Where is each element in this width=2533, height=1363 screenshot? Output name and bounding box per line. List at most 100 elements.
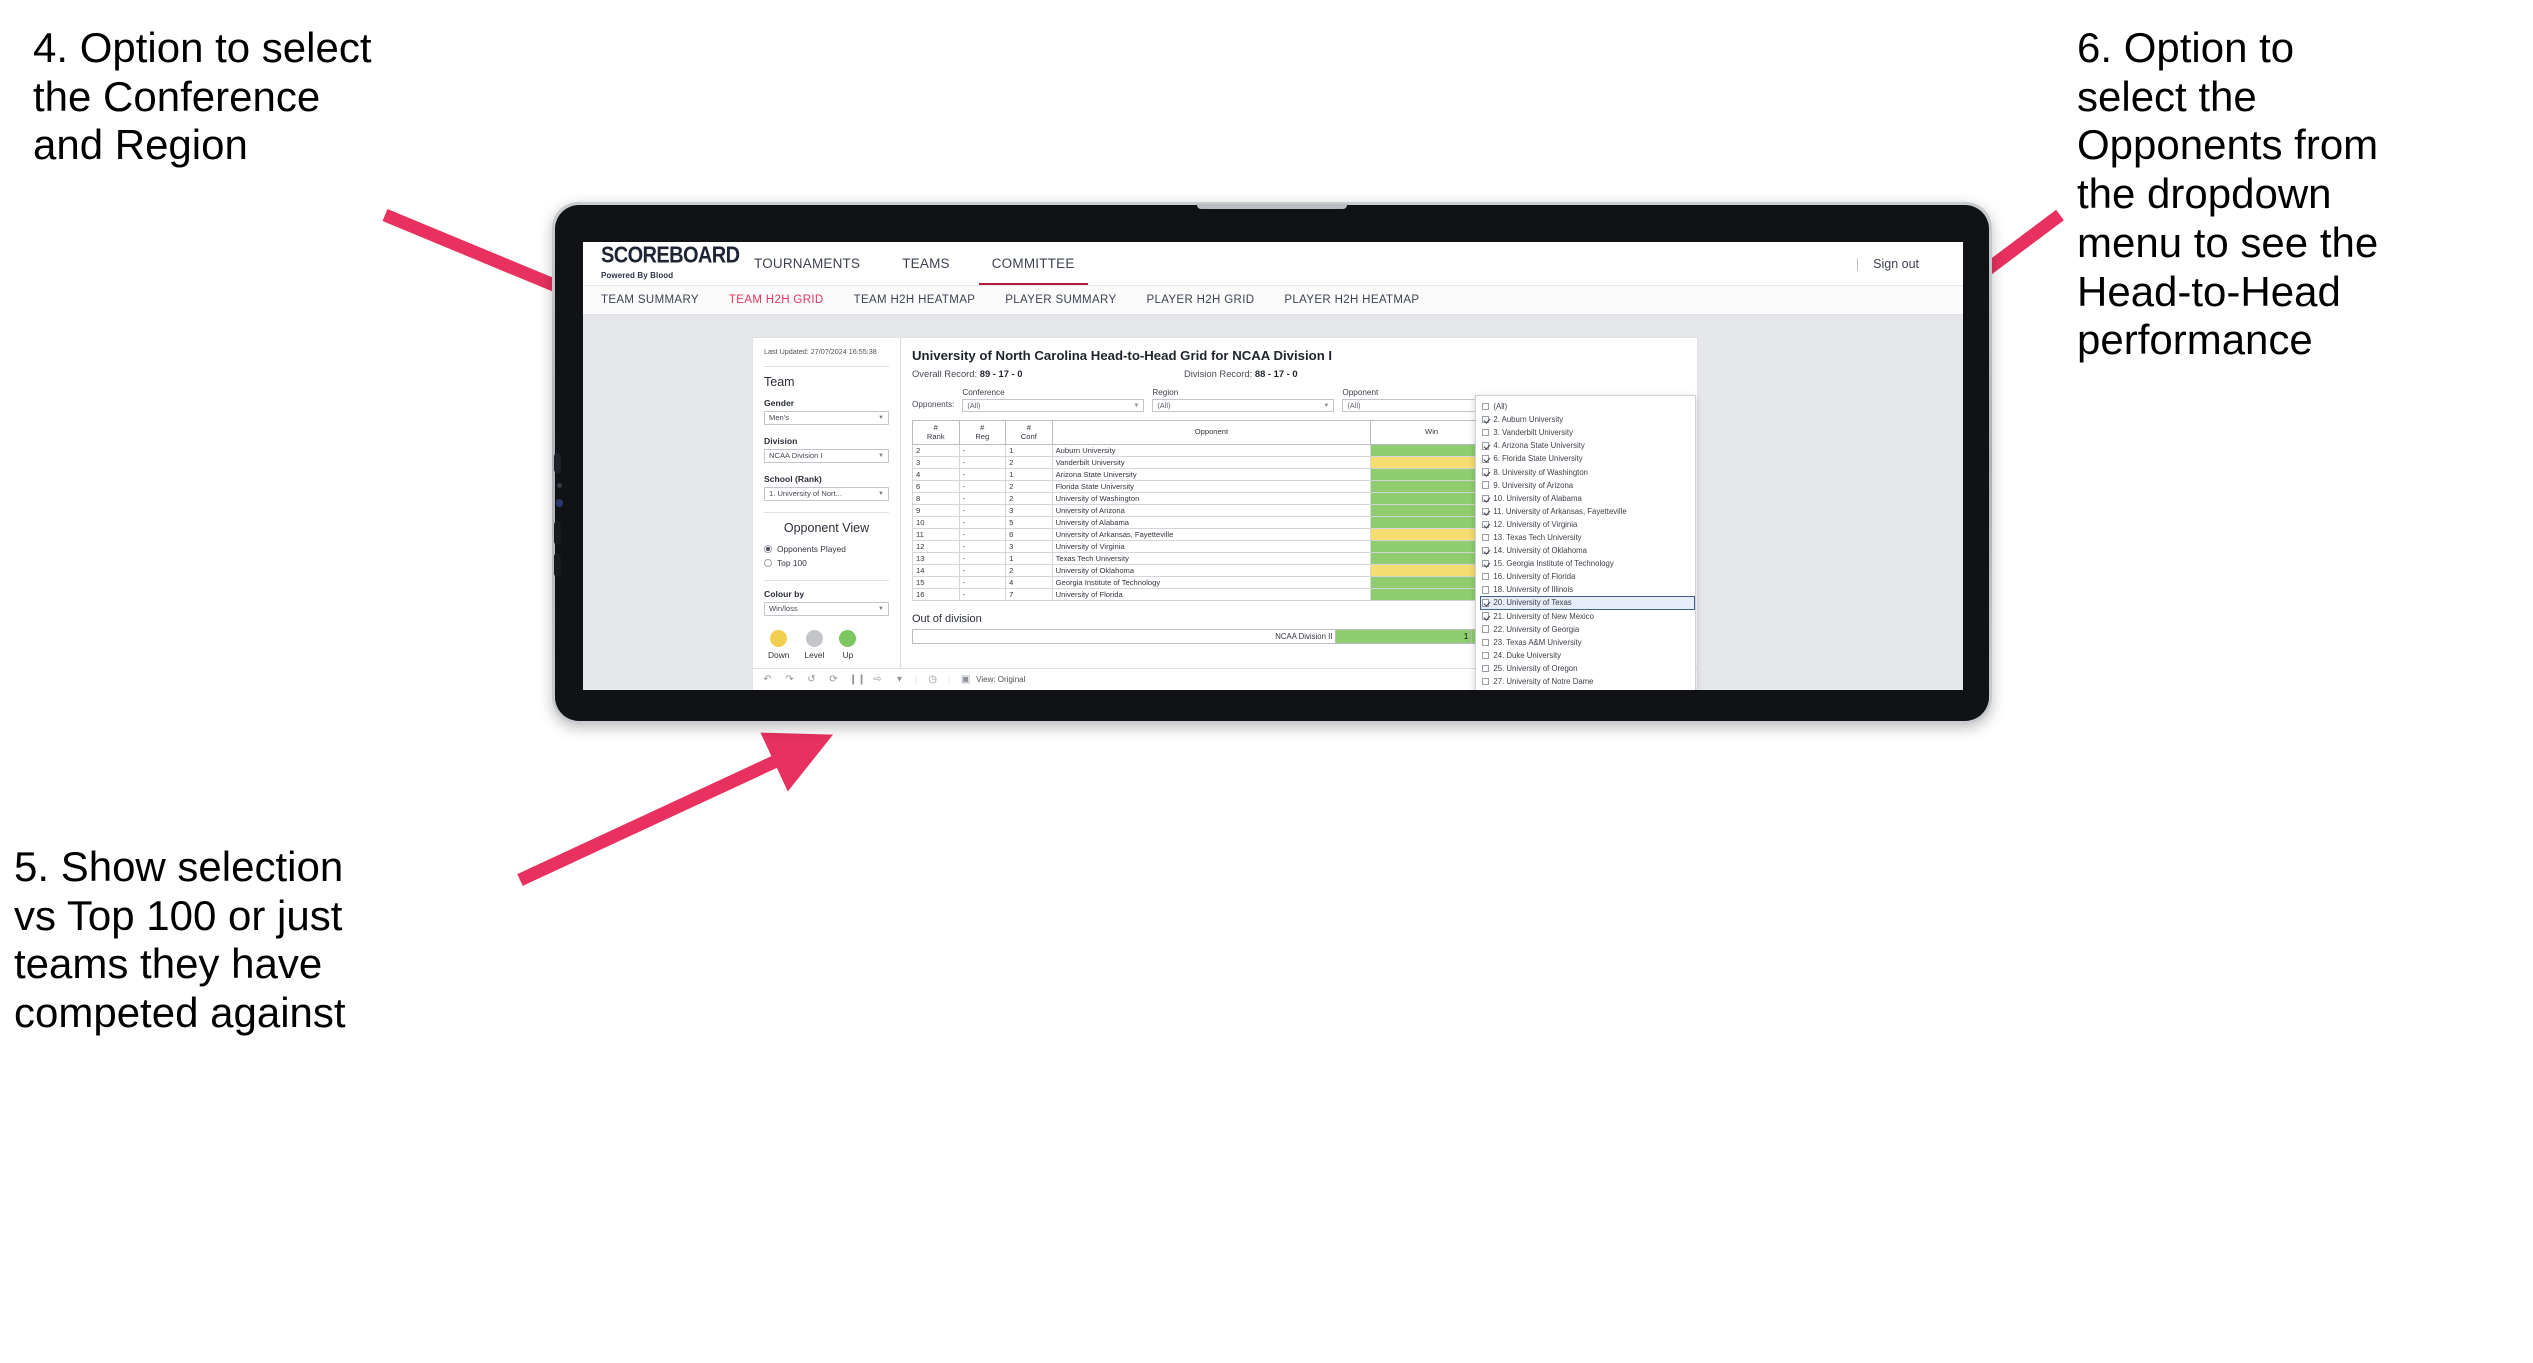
opponent-option[interactable]: 15. Georgia Institute of Technology — [1480, 557, 1695, 570]
refresh-icon[interactable]: ⟳ — [827, 674, 840, 685]
checkbox-icon[interactable] — [1482, 677, 1490, 686]
subtab-player-h2h-heatmap[interactable]: PLAYER H2H HEATMAP — [1284, 294, 1419, 306]
divider — [764, 511, 889, 513]
opponent-option[interactable]: 14. University of Oklahoma — [1480, 544, 1695, 557]
subtab-team-h2h-heatmap[interactable]: TEAM H2H HEATMAP — [854, 294, 976, 306]
checkbox-icon[interactable] — [1482, 415, 1490, 424]
subtab-player-h2h-grid[interactable]: PLAYER H2H GRID — [1146, 294, 1254, 306]
colour-legend: Down Level Up — [764, 629, 889, 660]
school-select[interactable]: 1. University of Nort... ▼ — [764, 486, 889, 501]
colour-by-select[interactable]: Win/loss ▼ — [764, 601, 889, 616]
checkbox-icon[interactable] — [1482, 586, 1490, 594]
checkbox-icon[interactable] — [1482, 455, 1490, 463]
opponent-option[interactable]: 2. Auburn University — [1480, 413, 1695, 426]
checkbox-icon[interactable] — [1482, 546, 1490, 555]
tablet-volume-down-button[interactable] — [554, 553, 561, 577]
legend-down: Down — [768, 629, 790, 660]
checkbox-icon[interactable] — [1482, 481, 1490, 489]
cell-opponent: University of Oklahoma — [1051, 564, 1372, 578]
checkbox-icon[interactable] — [1482, 533, 1490, 542]
radio-opponents-played[interactable]: Opponents Played — [764, 544, 889, 554]
nav-committee[interactable]: COMMITTEE — [971, 242, 1096, 285]
checkbox-icon[interactable] — [1482, 612, 1490, 620]
division-select[interactable]: NCAA Division I ▼ — [764, 448, 889, 463]
opponent-option-label: 8. University of Washington — [1493, 467, 1589, 477]
opponent-option[interactable]: 3. Vanderbilt University — [1480, 426, 1695, 439]
checkbox-icon[interactable] — [1482, 507, 1490, 515]
signout-link[interactable]: Sign out — [1873, 257, 1919, 271]
opponent-option[interactable]: 6. Florida State University — [1480, 452, 1695, 465]
col-rank: # Rank — [912, 419, 960, 446]
pause-icon[interactable]: ❙❙ — [849, 674, 866, 685]
tablet-bezel: SCOREBOARD Powered By Blood TOURNAMENTS … — [554, 204, 1989, 721]
revert-icon[interactable]: ↺ — [805, 674, 818, 685]
opponent-option[interactable]: 8. University of Washington — [1480, 465, 1695, 478]
opponent-dropdown-panel[interactable]: (All) 2. Auburn University 3. Vanderbilt U… — [1475, 395, 1696, 690]
opponent-option[interactable]: 18. University of Illinois — [1480, 583, 1695, 596]
conference-filter-select[interactable]: (All) ▼ — [962, 399, 1145, 412]
nav-teams[interactable]: TEAMS — [881, 242, 971, 285]
checkbox-icon[interactable] — [1482, 429, 1490, 437]
cell-reg: - — [958, 468, 1007, 482]
opponent-option[interactable]: 24. Duke University — [1480, 649, 1695, 662]
checkbox-icon[interactable] — [1482, 573, 1490, 581]
opponent-option[interactable]: 11. University of Arkansas, Fayetteville — [1480, 505, 1695, 518]
checkbox-icon[interactable] — [1482, 468, 1490, 476]
opponent-option[interactable]: 13. Texas Tech University — [1480, 531, 1695, 544]
undo-icon[interactable]: ↶ — [761, 674, 774, 685]
subtab-team-h2h-grid[interactable]: TEAM H2H GRID — [729, 294, 824, 306]
radio-top-100[interactable]: Top 100 — [764, 558, 889, 568]
chevron-down-icon[interactable]: ▾ — [893, 674, 906, 685]
checkbox-icon[interactable] — [1482, 494, 1490, 502]
checkbox-icon[interactable] — [1482, 520, 1490, 529]
overall-record-value: 89 - 17 - 0 — [979, 368, 1023, 379]
checkbox-icon[interactable] — [1482, 651, 1490, 660]
subtab-team-summary[interactable]: TEAM SUMMARY — [601, 294, 699, 306]
opponent-option[interactable]: 4. Arizona State University — [1480, 439, 1695, 452]
share-icon[interactable]: ⇨ — [871, 674, 884, 685]
division-record: Division Record: 88 - 17 - 0 — [1184, 368, 1298, 379]
scoreboard-logo[interactable]: SCOREBOARD Powered By Blood — [601, 243, 740, 279]
opponents-filter-label: Opponents: — [912, 400, 955, 409]
opponent-option[interactable]: 12. University of Virginia — [1480, 518, 1695, 531]
nav-tournaments[interactable]: TOURNAMENTS — [733, 242, 881, 285]
opponent-option[interactable]: 20. University of Texas — [1480, 596, 1695, 610]
checkbox-icon[interactable] — [1482, 664, 1490, 673]
opponent-option[interactable]: 16. University of Florida — [1480, 570, 1695, 583]
opponent-option[interactable]: (All) — [1480, 400, 1695, 413]
cell-reg: - — [958, 516, 1007, 530]
legend-level: Level — [804, 629, 824, 660]
record-summary: Overall Record: 89 - 17 - 0 Division Rec… — [901, 368, 1697, 379]
divider — [764, 579, 889, 581]
subtab-player-summary[interactable]: PLAYER SUMMARY — [1005, 294, 1116, 306]
opponent-option[interactable]: 23. Texas A&M University — [1480, 636, 1695, 649]
checkbox-icon[interactable] — [1482, 442, 1490, 450]
grid-panel: University of North Carolina Head-to-Hea… — [901, 338, 1697, 690]
checkbox-icon[interactable] — [1482, 402, 1490, 411]
redo-icon[interactable]: ↷ — [783, 674, 796, 685]
opponent-option[interactable]: 25. University of Oregon — [1480, 662, 1695, 675]
opponent-option[interactable]: 27. University of Notre Dame — [1480, 675, 1695, 686]
opponent-option[interactable]: 9. University of Arizona — [1480, 479, 1695, 492]
opponent-filter-value: (All) — [1347, 401, 1361, 410]
view-original-control[interactable]: ▣ View: Original — [959, 674, 1025, 685]
division-record-label: Division Record: — [1184, 368, 1255, 379]
annotation-5-opponent-view: 5. Show selection vs Top 100 or just tea… — [14, 843, 346, 1037]
gender-select[interactable]: Men's ▼ — [764, 410, 889, 425]
checkbox-icon[interactable] — [1482, 559, 1490, 568]
tablet-volume-up-button[interactable] — [554, 521, 561, 545]
legend-down-label: Down — [768, 649, 790, 660]
annotation-4-conference-region: 4. Option to select the Conference and R… — [33, 24, 372, 169]
opponent-option[interactable]: 21. University of New Mexico — [1480, 610, 1695, 623]
history-icon[interactable]: ◷ — [926, 674, 939, 685]
checkbox-icon[interactable] — [1482, 638, 1490, 646]
region-filter-select[interactable]: (All) ▼ — [1152, 399, 1335, 412]
cell-conf: 2 — [1005, 564, 1053, 578]
opponent-option[interactable]: 10. University of Alabama — [1480, 492, 1695, 505]
checkbox-icon[interactable] — [1482, 599, 1490, 607]
cell-opponent: University of Washington — [1051, 492, 1372, 506]
cell-reg: - — [958, 480, 1007, 494]
checkbox-icon[interactable] — [1482, 625, 1490, 633]
opponent-option[interactable]: 22. University of Georgia — [1480, 623, 1695, 636]
cell-reg: - — [958, 540, 1007, 554]
